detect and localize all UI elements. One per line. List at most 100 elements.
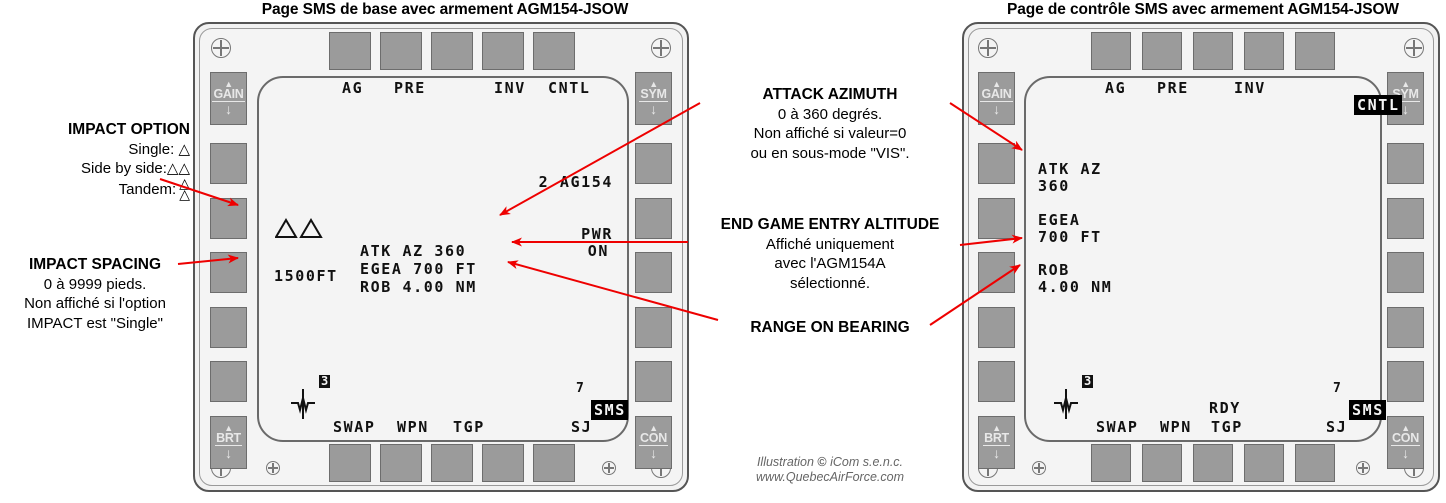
left-mfd-screen[interactable]: AG PRE INV CNTL 2 AG154 PWR ON 1500FT AT… bbox=[257, 76, 629, 442]
screen-label-wpn[interactable]: WPN bbox=[397, 419, 429, 436]
osb-right-3[interactable] bbox=[1387, 252, 1424, 293]
rob-line[interactable]: ROB 4.00 NM bbox=[360, 279, 477, 296]
annotation-impact-spacing-line1: 0 à 9999 pieds. bbox=[43, 275, 147, 293]
impact-spacing-value[interactable]: 1500FT bbox=[274, 268, 338, 285]
osb-right-1[interactable] bbox=[635, 143, 672, 184]
osb-top-3[interactable] bbox=[1193, 32, 1233, 70]
power-state[interactable]: ON bbox=[588, 243, 609, 260]
osb-left-4[interactable] bbox=[978, 307, 1015, 348]
osb-right-1[interactable] bbox=[1387, 143, 1424, 184]
screen-label-inv[interactable]: INV bbox=[1234, 80, 1266, 97]
osb-bottom-4[interactable] bbox=[482, 444, 524, 482]
power-label[interactable]: PWR bbox=[581, 226, 613, 243]
osb-left-1[interactable] bbox=[210, 143, 247, 184]
osb-bottom-3[interactable] bbox=[431, 444, 473, 482]
station-badge: 3 bbox=[1082, 374, 1094, 388]
right-mfd-screen[interactable]: AG PRE INV CNTL ATK AZ 360 EGEA 700 FT R… bbox=[1024, 76, 1402, 442]
sym-rocker[interactable]: ▲ SYM ↓ bbox=[635, 72, 672, 125]
osb-top-4[interactable] bbox=[482, 32, 524, 70]
osb-left-5[interactable] bbox=[978, 361, 1015, 402]
osb-right-2[interactable] bbox=[1387, 198, 1424, 239]
osb-left-2-impact-option[interactable] bbox=[210, 198, 247, 239]
gain-rocker-label: GAIN bbox=[212, 86, 245, 103]
annotation-impact-option-row1: Single: △ bbox=[4, 140, 190, 160]
con-rocker[interactable]: ▲ CON ↓ bbox=[1387, 416, 1424, 469]
screen-label-cntl[interactable]: CNTL bbox=[1269, 80, 1402, 131]
osb-left-4[interactable] bbox=[210, 307, 247, 348]
rob-field-label[interactable]: ROB bbox=[1038, 262, 1070, 279]
gain-rocker[interactable]: ▲ GAIN ↓ bbox=[210, 72, 247, 125]
osb-bottom-1[interactable] bbox=[1091, 444, 1131, 482]
screen-label-swap[interactable]: SWAP bbox=[333, 419, 376, 436]
osb-bottom-3[interactable] bbox=[1193, 444, 1233, 482]
screen-label-ag[interactable]: AG bbox=[342, 80, 363, 97]
screen-label-sms[interactable]: SMS bbox=[506, 385, 628, 436]
triangle-side-by-side-icon: △△ bbox=[166, 159, 190, 177]
screen-label-swap[interactable]: SWAP bbox=[1096, 419, 1139, 436]
brt-rocker[interactable]: ▲ BRT ↓ bbox=[978, 416, 1015, 469]
screen-label-ag[interactable]: AG bbox=[1105, 80, 1126, 97]
atk-az-field-label[interactable]: ATK AZ bbox=[1038, 161, 1102, 178]
osb-top-3[interactable] bbox=[431, 32, 473, 70]
illustration-canvas: Page SMS de base avec armement AGM154-JS… bbox=[0, 0, 1446, 503]
osb-left-1-atk-az[interactable] bbox=[978, 143, 1015, 184]
osb-left-2-egea[interactable] bbox=[978, 198, 1015, 239]
egea-field-label[interactable]: EGEA bbox=[1038, 212, 1081, 229]
con-rocker[interactable]: ▲ CON ↓ bbox=[635, 416, 672, 469]
screen-label-pre[interactable]: PRE bbox=[394, 80, 426, 97]
annotation-impact-spacing-heading: IMPACT SPACING bbox=[28, 256, 162, 273]
osb-top-5[interactable] bbox=[1295, 32, 1335, 70]
osb-bottom-5[interactable] bbox=[533, 444, 575, 482]
osb-right-5[interactable] bbox=[635, 361, 672, 402]
screen-label-pre[interactable]: PRE bbox=[1157, 80, 1189, 97]
credit-line-1: Illustration © iCom s.e.n.c. bbox=[700, 455, 960, 470]
osb-top-1[interactable] bbox=[1091, 32, 1131, 70]
left-mfd-unit: ▲ GAIN ↓ ▲ BRT ↓ ▲ SYM ↓ ▲ CON ↓ AG PRE … bbox=[193, 22, 689, 492]
right-panel-title: Page de contrôle SMS avec armement AGM15… bbox=[1007, 1, 1399, 18]
rob-field-value[interactable]: 4.00 NM bbox=[1038, 279, 1112, 296]
impact-option-symbol-side-by-side[interactable] bbox=[275, 218, 325, 240]
osb-bottom-2[interactable] bbox=[380, 444, 422, 482]
screen-label-sms[interactable]: SMS bbox=[1264, 385, 1386, 436]
screen-label-cntl[interactable]: CNTL bbox=[548, 80, 591, 97]
annotation-end-game-line1: Affiché uniquement bbox=[765, 235, 895, 253]
annotation-impact-option-heading: IMPACT OPTION bbox=[68, 121, 190, 138]
screen-label-inv[interactable]: INV bbox=[494, 80, 526, 97]
gain-rocker[interactable]: ▲ GAIN ↓ bbox=[978, 72, 1015, 125]
atk-az-field-value[interactable]: 360 bbox=[1038, 178, 1070, 195]
screen-label-sj[interactable]: SJ bbox=[571, 419, 592, 436]
osb-top-2[interactable] bbox=[1142, 32, 1182, 70]
screen-label-wpn[interactable]: WPN bbox=[1160, 419, 1192, 436]
screw-icon bbox=[1032, 461, 1046, 475]
osb-bottom-4[interactable] bbox=[1244, 444, 1284, 482]
osb-left-3-rob[interactable] bbox=[978, 252, 1015, 293]
egea-field-value[interactable]: 700 FT bbox=[1038, 229, 1102, 246]
osb-left-5[interactable] bbox=[210, 361, 247, 402]
osb-left-3-impact-spacing[interactable] bbox=[210, 252, 247, 293]
osb-right-2[interactable] bbox=[635, 198, 672, 239]
osb-bottom-5[interactable] bbox=[1295, 444, 1335, 482]
egea-line[interactable]: EGEA 700 FT bbox=[360, 261, 477, 278]
osb-right-4[interactable] bbox=[1387, 307, 1424, 348]
osb-top-1[interactable] bbox=[329, 32, 371, 70]
screen-label-cntl-text: CNTL bbox=[1354, 95, 1402, 115]
osb-top-5[interactable] bbox=[533, 32, 575, 70]
screen-label-tgp[interactable]: TGP bbox=[453, 419, 485, 436]
chevron-down-icon: ↓ bbox=[1402, 101, 1409, 118]
osb-right-3[interactable] bbox=[635, 252, 672, 293]
osb-bottom-1[interactable] bbox=[329, 444, 371, 482]
osb-top-2[interactable] bbox=[380, 32, 422, 70]
annotation-range-on-bearing-heading: RANGE ON BEARING bbox=[750, 319, 910, 336]
annotation-attack-azimuth: ATTACK AZIMUTH 0 à 360 degrés. Non affic… bbox=[690, 85, 970, 163]
chevron-down-icon: ↓ bbox=[993, 445, 1000, 462]
osb-right-5[interactable] bbox=[1387, 361, 1424, 402]
osb-top-4[interactable] bbox=[1244, 32, 1284, 70]
osb-bottom-2[interactable] bbox=[1142, 444, 1182, 482]
credit-text: Illustration © iCom s.e.n.c. www.QuebecA… bbox=[700, 455, 960, 485]
screen-label-tgp[interactable]: TGP bbox=[1211, 419, 1243, 436]
screen-label-sms-text: SMS bbox=[1349, 400, 1386, 420]
brt-rocker[interactable]: ▲ BRT ↓ bbox=[210, 416, 247, 469]
osb-right-4[interactable] bbox=[635, 307, 672, 348]
attack-azimuth-line[interactable]: ATK AZ 360 bbox=[360, 243, 466, 260]
screen-label-sj[interactable]: SJ bbox=[1326, 419, 1347, 436]
